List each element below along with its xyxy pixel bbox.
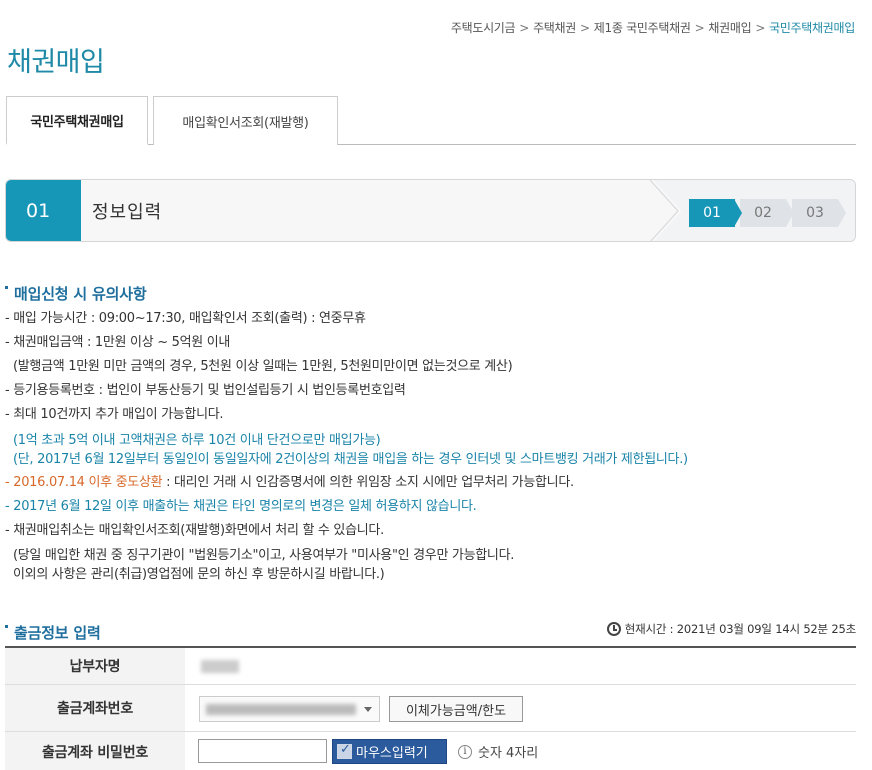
breadcrumb-item[interactable]: 채권매입 xyxy=(708,21,751,35)
withdrawal-heading: 출금정보 입력 xyxy=(5,622,101,643)
notice-line: - 매입 가능시간 : 09:00~17:30, 매입확인서 조회(출력) : … xyxy=(5,311,366,326)
account-value-redacted xyxy=(206,704,356,715)
tab-bond-purchase[interactable]: 국민주택채권매입 xyxy=(6,96,148,145)
account-password-input[interactable] xyxy=(198,739,327,763)
bullet-icon xyxy=(5,625,8,628)
step-pill-1: 01 xyxy=(689,199,735,227)
step-chevron-divider xyxy=(646,180,682,241)
form-row-payer: 납부자명 xyxy=(5,648,856,685)
notice-line: (당일 매입한 채권 중 징구기관이 "법원등기소"이고, 사용여부가 "미사용… xyxy=(13,548,515,563)
transfer-limit-button[interactable]: 이체가능금액/한도 xyxy=(389,696,523,722)
info-icon: i xyxy=(458,744,472,759)
step-arrow xyxy=(53,180,81,241)
clock-icon xyxy=(606,622,621,636)
breadcrumb: 주택도시기금 > 주택채권 > 제1종 국민주택채권 > 채권매입 > 국민주택채권매입 xyxy=(450,21,855,35)
form-row-password: 출금계좌 비밀번호 마우스입력기 i 숫자 4자리 xyxy=(5,732,856,770)
payer-name-label: 납부자명 xyxy=(5,648,185,684)
payer-name-value-redacted xyxy=(201,660,239,673)
breadcrumb-item[interactable]: 제1종 국민주택채권 xyxy=(594,21,691,35)
page-title: 채권매입 xyxy=(7,47,105,78)
notice-list: - 매입 가능시간 : 09:00~17:30, 매입확인서 조회(출력) : … xyxy=(5,307,855,584)
step-indicator: 01 정보입력 01 02 03 xyxy=(5,179,856,242)
caret-down-icon xyxy=(364,707,372,712)
breadcrumb-item[interactable]: 주택채권 xyxy=(533,21,576,35)
notice-line: - 채권매입취소는 매입확인서조회(재발행)화면에서 처리 할 수 있습니다. xyxy=(5,523,384,538)
notice-line-highlight: (1억 초과 5억 이내 고액채권은 하루 10건 이내 단건으로만 매입가능) xyxy=(13,433,381,448)
breadcrumb-current: 국민주택채권매입 xyxy=(769,21,855,35)
step-pill-3-tip xyxy=(838,199,846,227)
tab-purchase-confirmation[interactable]: 매입확인서조회(재발행) xyxy=(153,96,338,145)
notice-line: - 등기용등록번호 : 법인이 부동산등기 및 법인설립등기 시 법인등록번호입… xyxy=(5,383,406,398)
bullet-icon xyxy=(5,286,8,289)
notice-highlight-orange: - 2016.07.14 이후 중도상환 xyxy=(5,475,163,490)
account-select[interactable] xyxy=(199,696,380,722)
breadcrumb-item[interactable]: 주택도시기금 xyxy=(451,21,516,35)
step-pill-3: 03 xyxy=(792,199,838,227)
account-password-label: 출금계좌 비밀번호 xyxy=(5,732,185,770)
notice-line: (발행금액 1만원 미만 금액의 경우, 5천원 이상 일때는 1만원, 5천원… xyxy=(13,359,513,374)
checkbox-icon xyxy=(337,742,352,759)
password-hint: i 숫자 4자리 xyxy=(458,742,538,761)
notice-line-highlight: - 2017년 6월 12일 이후 매출하는 채권은 타인 명의로의 변경은 일… xyxy=(5,499,477,514)
mouse-keypad-toggle[interactable]: 마우스입력기 xyxy=(332,739,447,764)
step-pill-2-tip xyxy=(786,199,794,227)
step-pill-1-tip xyxy=(734,199,742,227)
notice-line: - 2016.07.14 이후 중도상환 : 대리인 거래 시 인감증명서에 의… xyxy=(5,475,574,490)
notice-line-highlight: (단, 2017년 6월 12일부터 동일인이 동일일자에 2건이상의 채권을 … xyxy=(13,452,688,467)
tab-bar: 국민주택채권매입 매입확인서조회(재발행) xyxy=(6,96,856,145)
notice-line: - 최대 10건까지 추가 매입이 가능합니다. xyxy=(5,407,224,422)
form-row-account: 출금계좌번호 이체가능금액/한도 xyxy=(5,685,856,732)
notice-line: 이외의 사항은 관리(취급)영업점에 문의 하신 후 방문하시길 바랍니다.) xyxy=(13,567,385,582)
account-number-label: 출금계좌번호 xyxy=(5,685,185,731)
notice-heading: 매입신청 시 유의사항 xyxy=(5,283,147,304)
current-time: 현재시간 : 2021년 03월 09일 14시 52분 25초 xyxy=(606,621,856,637)
current-step-title: 정보입력 xyxy=(92,202,163,223)
notice-line: - 채권매입금액 : 1만원 이상 ~ 5억원 이내 xyxy=(5,335,231,350)
withdrawal-form: 납부자명 출금계좌번호 이체가능금액/한도 출금계좌 비밀번호 마우스입력기 i… xyxy=(5,646,856,770)
step-pill-2: 02 xyxy=(740,199,786,227)
